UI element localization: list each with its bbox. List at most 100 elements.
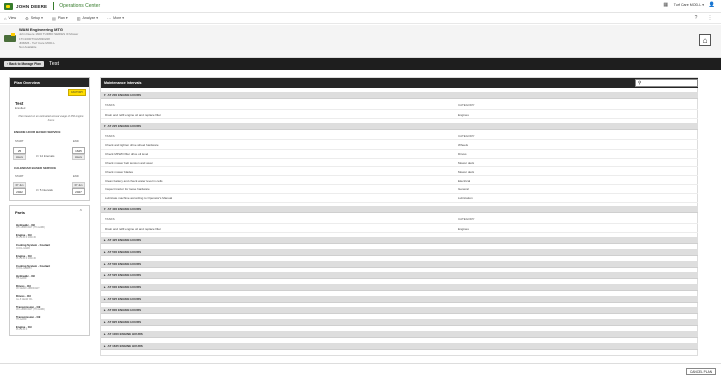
part-item: Cooling System - Coolant COOL-GARD [16, 244, 50, 250]
part-item: Hydraulic - Oil HY-GARD [16, 274, 35, 281]
brand-name: JOHN DEERE [16, 3, 48, 9]
org-selector[interactable]: Turf Care MOD-L ▾ [674, 3, 704, 7]
task-name: Clean battery and check water level in c… [105, 178, 163, 183]
engine-end-value: 1625 [72, 147, 85, 154]
machine-status: Not Available [19, 45, 37, 50]
machine-info: WAM Engineering MTG John Deere 1600 TURB… [19, 27, 78, 50]
interval-group-header[interactable]: ▸ AT 425 ENGINE HOURS [101, 237, 698, 245]
intervals-header: Maintenance Intervals ⚲ [101, 78, 698, 88]
interval-group-header[interactable]: ▸ AT 500 ENGINE HOURS [101, 248, 698, 256]
caret-right-icon: ▸ [104, 249, 106, 254]
task-name: Drain and refill engine oil and replace … [105, 226, 162, 231]
caret-right-icon: ▸ [104, 238, 106, 243]
interval-group-header[interactable]: ▸ AT 1625 ENGINE HOURS [101, 342, 698, 350]
top-bar: JOHN DEERE Operations Center ▦ Turf Care… [0, 0, 721, 13]
interval-group-label: AT 400 ENGINE HOURS [107, 207, 142, 212]
search-input[interactable]: ⚲ [635, 79, 698, 87]
usage-note: Plan based on an estimated annual usage … [18, 115, 84, 122]
factory-badge: FACTORY [68, 89, 86, 96]
nav-plan[interactable]: ▤ Plan ▾ [52, 16, 68, 21]
bottom-bar: CANCEL PLAN [0, 363, 721, 379]
nav-label: Plan ▾ [57, 16, 68, 20]
maintenance-intervals-panel: Maintenance Intervals ⚲ ▾ AT 200 ENGINE H… [100, 77, 698, 356]
interval-group-header[interactable]: ▸ AT 600 ENGINE HOURS [101, 284, 698, 291]
john-deere-logo[interactable]: JOHN DEERE Operations Center [4, 2, 100, 10]
task-name: Check mower blades [105, 169, 134, 174]
task-category: Mower deck [458, 160, 475, 165]
engine-end-unit: Hours [72, 154, 85, 160]
nav-label: Setup ▾ [30, 16, 43, 20]
interval-group-header[interactable]: ▾ AT 200 ENGINE HOURS [101, 92, 698, 99]
calendar-end-label: END [73, 175, 79, 178]
user-icon[interactable]: 👤 [709, 2, 715, 8]
nav-label: Analyze ▾ [82, 16, 99, 20]
interval-group-header[interactable]: ▸ AT 825 ENGINE HOURS [101, 319, 698, 327]
cancel-plan-button[interactable]: CANCEL PLAN [685, 368, 716, 375]
interval-group-header[interactable]: ▸ AT 625 ENGINE HOURS [101, 295, 698, 303]
back-label: Back to Manage Plan [9, 62, 41, 66]
nav-view[interactable]: ⌂ View [4, 16, 16, 21]
category-column-header: CATEGORY [458, 133, 475, 138]
org-area: ▦ Turf Care MOD-L ▾ 👤 [663, 2, 715, 8]
tasks-table-header: TASKS CATEGORY [101, 132, 698, 141]
menu-grid-icon[interactable]: ⋮ [707, 15, 713, 21]
part-item: Engine - Oil PLUS-50 II 10W-30 [16, 254, 36, 261]
calendar-start-year: 2022 [13, 188, 26, 195]
task-row: Inspect tractor for loose hardware Genera… [101, 186, 698, 194]
nav-more[interactable]: ⋯ More ▾ [107, 16, 124, 21]
task-category: Wheels [458, 143, 469, 148]
machine-header: WAM Engineering MTG John Deere 1600 TURB… [0, 25, 721, 58]
task-category: Lubrication [458, 196, 473, 201]
part-description: COOL-GARD II [16, 268, 32, 270]
help-icon[interactable]: ? [693, 15, 699, 21]
tasks-column-header: TASKS [105, 103, 115, 107]
intervals-title: Maintenance Intervals [104, 81, 142, 85]
interval-group-label: AT 500 ENGINE HOURS [107, 261, 142, 266]
task-name: Inspect tractor for loose hardware [105, 187, 150, 192]
engine-section-title: ENGINE HOUR BASED SERVICE [14, 130, 61, 134]
task-row: Lubricate machine according to Operator'… [101, 195, 698, 203]
back-to-manage-plan-button[interactable]: ‹ Back to Manage Plan [4, 61, 44, 67]
nav-setup[interactable]: ⚙ Setup ▾ [25, 16, 43, 21]
caret-down-icon: ▾ [104, 207, 106, 212]
part-item: Transmission - Oil JD LUBRICANT (HY-GARD) [16, 305, 45, 312]
engine-start-label: START [15, 140, 24, 143]
interval-group-header[interactable]: ▸ AT 525 ENGINE HOURS [101, 272, 698, 280]
caret-right-icon: ▸ [104, 285, 106, 289]
nav-label: More ▾ [113, 16, 125, 20]
part-item: Engine - Oil PLUS-50 II [16, 325, 32, 332]
interval-group-header[interactable]: ▸ AT 500 ENGINE HOURS [101, 260, 698, 268]
interval-group-label: AT 525 ENGINE HOURS [107, 273, 142, 278]
tasks-table-header: TASKS CATEGORY [101, 102, 698, 110]
category-column-header: CATEGORY [458, 103, 475, 107]
task-category: Electrical [458, 178, 471, 183]
part-description: JD GEAR LUBRICANT [16, 288, 40, 291]
engine-start-unit: Hours [13, 154, 26, 160]
interval-group-header[interactable]: ▸ AT 800 ENGINE HOURS [101, 307, 698, 315]
plan-overview-panel: Plan Overview FACTORY Test Enrolled Plan… [9, 77, 90, 201]
interval-group-label: AT 800 ENGINE HOURS [107, 308, 142, 313]
task-row: Check mower blades Mower deck [101, 168, 698, 177]
caret-down-icon: ▾ [104, 123, 106, 128]
interval-group-header[interactable]: ▾ AT 400 ENGINE HOURS [101, 206, 698, 214]
home-icon[interactable]: ⌂ [699, 34, 711, 46]
interval-group-label: AT 425 ENGINE HOURS [107, 238, 142, 243]
part-description: GL-5 GEAR OIL [16, 298, 33, 301]
interval-group-header[interactable]: ▸ AT 1000 ENGINE HOURS [101, 330, 698, 338]
interval-group-header[interactable]: ▾ AT 225 ENGINE HOURS [101, 122, 698, 130]
chevron-left-icon: ‹ [7, 62, 9, 66]
nav-label: View [8, 16, 17, 20]
part-item: Hydraulic - Oil JD LUBRICANT (HY-GARD) [16, 223, 45, 230]
part-description: PLUS-50 II [16, 329, 28, 332]
nav-utility: ? ⋮ [693, 15, 713, 21]
interval-group-label: AT 225 ENGINE HOURS [107, 123, 142, 128]
chevron-up-icon[interactable]: ⌃ [79, 209, 83, 215]
part-description: PLUS-50 II 10W-30 [16, 237, 36, 240]
nav-analyze[interactable]: ▥ Analyze ▾ [77, 16, 98, 21]
part-description: COOL-GARD [16, 247, 30, 250]
part-description: PLUS-50 II 10W-30 [16, 257, 36, 260]
plan-bar: ‹ Back to Manage Plan Test [0, 58, 721, 70]
main-nav: ⌂ View ⚙ Setup ▾ ▤ Plan ▾ ▥ Analyze ▾ ⋯ More … [0, 13, 721, 24]
map-icon: ⌂ [4, 15, 7, 21]
search-icon: ⚲ [638, 80, 642, 85]
